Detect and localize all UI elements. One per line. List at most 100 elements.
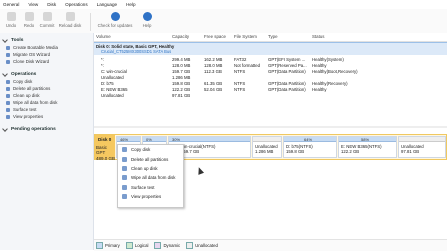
partition-size: 97.81 GB (401, 149, 420, 154)
col-status[interactable]: Status (312, 34, 324, 39)
operations-section-header[interactable]: Operations (0, 70, 93, 78)
disk-map-label[interactable]: Disk 0 Basic GPT 489.0 GB (95, 135, 115, 161)
table-row[interactable]: *: 128.0 MB 128.0 MB Not formatted GPT(Reser… (94, 62, 447, 68)
sidebar-item-create-bootable-media[interactable]: Create Bootable Media (0, 44, 93, 51)
partition-size: 159.8 GB (286, 149, 305, 154)
splitter[interactable] (94, 126, 447, 128)
tools-section-header[interactable]: Tools (0, 36, 93, 44)
col-free-space[interactable]: Free space (204, 34, 226, 39)
table-cell-status: Healthy(Boot,Recovery) (312, 68, 358, 74)
collapse-icon (2, 71, 8, 77)
legend-label: Primary (105, 243, 120, 248)
menu-label: View properties (131, 194, 162, 200)
legend-swatch (96, 242, 103, 249)
toolbar: Undo Redo Commit Reload disk Check for u… (0, 9, 447, 34)
table-cell-type: GPT(Data Partition) (268, 80, 306, 86)
table-cell-capacity: 159.8 GB (172, 80, 191, 86)
help-button[interactable]: Help (137, 11, 157, 28)
context-menu-surface-test[interactable]: Surface test (118, 183, 183, 192)
table-cell-status: Healthy(System) (312, 56, 344, 62)
clone-icon (6, 59, 10, 64)
redo-label: Redo (23, 23, 35, 28)
disk-map-name: Disk 0 (98, 137, 112, 142)
legend-label: Logical (134, 243, 149, 248)
sidebar-item-label: Clone Disk Wizard (13, 59, 50, 64)
sidebar-item-surface-test[interactable]: Surface test (0, 106, 93, 113)
collapse-icon (2, 126, 8, 132)
context-menu-wipe-data[interactable]: Wipe all data from disk (118, 173, 183, 182)
col-file-system[interactable]: File System (234, 34, 257, 39)
sidebar-item-label: Wipe all data from disk (13, 100, 58, 105)
menu-view[interactable]: View (24, 2, 43, 7)
sidebar-item-label: Migrate OS Wizard (13, 52, 51, 57)
menu-operations[interactable]: Operations (61, 2, 92, 7)
context-menu-copy-disk[interactable]: Copy disk (118, 145, 183, 154)
table-cell-capacity: 1.286 MB (172, 74, 191, 80)
sidebar-item-label: Delete all partitions (13, 86, 51, 91)
commit-button[interactable]: Commit (37, 11, 57, 28)
col-volume[interactable]: Volume (96, 34, 111, 39)
sidebar-item-clone-disk[interactable]: Clone Disk Wizard (0, 58, 93, 65)
menu-disk[interactable]: Disk (43, 2, 61, 7)
legend-label: Dynamic (163, 243, 181, 248)
partition-block-unallocated[interactable]: Unallocated 1.286 MB (252, 136, 282, 158)
sidebar-item-wipe-data[interactable]: Wipe all data from disk (0, 99, 93, 106)
undo-icon (6, 12, 16, 21)
col-capacity[interactable]: Capacity (172, 34, 189, 39)
menu-language[interactable]: Language (93, 2, 122, 7)
disk-row[interactable]: Disk 0: Solid state, Basic GPT, Healthy … (94, 42, 447, 55)
context-menu-clean-up-disk[interactable]: Clean up disk (118, 164, 183, 173)
sidebar-item-copy-disk[interactable]: Copy disk (0, 78, 93, 85)
table-row[interactable]: E: NEW B365 122.2 GB 52.04 GB NTFS GPT(Data … (94, 87, 447, 93)
partition-size: 122.2 GB (341, 149, 360, 154)
sidebar-item-label: View properties (13, 114, 44, 119)
tools-title: Tools (11, 37, 24, 43)
copy-icon (122, 147, 127, 153)
table-cell-capacity: 122.2 GB (172, 87, 191, 92)
check-updates-button[interactable]: Check for updates (95, 11, 135, 28)
table-row[interactable]: Unallocated 97.81 GB (94, 93, 447, 99)
pending-section-header[interactable]: Pending operations (0, 125, 93, 133)
partition-block[interactable]: 58% E: NEW B365(NTFS) 122.2 GB (338, 136, 397, 158)
menu-help[interactable]: Help (122, 2, 140, 7)
col-type[interactable]: Type (268, 34, 278, 39)
table-cell-free: 128.0 MB (204, 62, 223, 68)
delete-icon (6, 86, 10, 91)
clean-icon (122, 165, 127, 171)
table-cell-volume: C: win-crucial (101, 68, 127, 74)
table-cell-type: GPT(Reserved Pa... (268, 62, 307, 68)
table-cell-free: 112.3 GB (204, 68, 222, 74)
redo-button[interactable]: Redo (19, 11, 39, 28)
table-row[interactable]: C: win-crucial 159.7 GB 112.3 GB NTFS GPT(Da… (94, 68, 447, 74)
menu-general[interactable]: General (0, 2, 24, 7)
table-cell-fs: NTFS (234, 87, 246, 92)
sidebar-item-clean-up-disk[interactable]: Clean up disk (0, 92, 93, 99)
table-row[interactable]: Unallocated 1.286 MB (94, 74, 447, 80)
surface-test-icon (6, 107, 10, 112)
context-menu-delete-partitions[interactable]: Delete all partitions (118, 154, 183, 163)
partition-block-unallocated[interactable]: Unallocated 97.81 GB (398, 136, 446, 158)
delete-icon (122, 156, 127, 162)
table-row[interactable]: D: b75 159.8 GB 61.35 GB NTFS GPT(Data Parti… (94, 80, 447, 86)
sidebar-item-delete-partitions[interactable]: Delete all partitions (0, 85, 93, 92)
surface-test-icon (122, 184, 127, 190)
operations-title: Operations (11, 71, 37, 77)
context-menu: Copy disk Delete all partitions Clean up… (117, 144, 184, 208)
partition-block[interactable]: 64% D: b75(NTFS) 159.8 GB (283, 136, 337, 158)
table-row[interactable]: *: 299.4 MB 162.2 MB FAT32 GPT(EFI System ..… (94, 56, 447, 62)
reload-disk-button[interactable]: Reload disk (58, 11, 82, 28)
properties-icon (122, 194, 127, 200)
undo-button[interactable]: Undo (1, 11, 21, 28)
menu-label: Clean up disk (131, 165, 158, 171)
sidebar-item-migrate-os[interactable]: Migrate OS Wizard (0, 51, 93, 58)
usage-bar (253, 137, 281, 142)
table-cell-fs: FAT32 (234, 56, 247, 62)
sidebar-item-label: Create Bootable Media (13, 45, 58, 50)
legend-label: Unallocated (195, 243, 218, 248)
menu-label: Wipe all data from disk (131, 175, 176, 181)
sidebar-item-view-properties[interactable]: View properties (0, 113, 93, 120)
reload-icon (65, 12, 75, 21)
migrate-icon (6, 52, 10, 57)
context-menu-view-properties[interactable]: View properties (118, 192, 183, 201)
legend-primary: Primary (96, 242, 120, 249)
